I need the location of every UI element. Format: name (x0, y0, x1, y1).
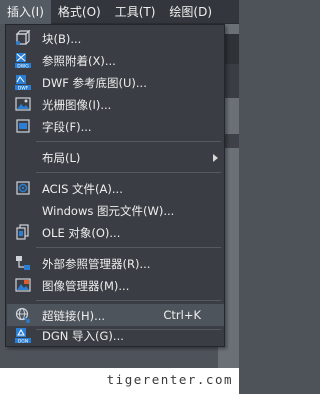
menu-separator (36, 141, 221, 142)
field-icon (15, 118, 31, 134)
image-manager-icon (15, 277, 31, 293)
raster-image-icon (15, 96, 31, 112)
menu-item-xref-manager[interactable]: 外部参照管理器(R)... (7, 252, 224, 274)
menu-item-field[interactable]: 字段(F)... (7, 115, 224, 137)
menu-item-attach[interactable]: DWG 参照附着(X)... (7, 49, 224, 71)
menu-item-label: 外部参照管理器(R)... (42, 257, 151, 271)
watermark-strip: tigerenter.com (0, 368, 239, 394)
menu-item-label: OLE 对象(O)... (42, 226, 121, 240)
ole-icon (15, 224, 31, 240)
menu-item-windows-metafile[interactable]: Windows 图元文件(W)... (7, 199, 224, 221)
menu-item-ole-object[interactable]: OLE 对象(O)... (7, 221, 224, 243)
hyperlink-icon (15, 307, 31, 323)
menu-item-layout[interactable]: 布局(L) (7, 146, 224, 168)
menu-item-label: 块(B)... (42, 32, 82, 46)
menu-insert[interactable]: 插入(I) (0, 0, 51, 24)
menu-draw[interactable]: 绘图(D) (162, 0, 219, 24)
menu-item-label: 字段(F)... (42, 120, 92, 134)
insert-dropdown-menu: 块(B)... DWG 参照附着(X)... DWF DWF 参考底图(U)..… (5, 24, 225, 347)
menu-item-label: 超链接(H)... (42, 309, 106, 323)
menu-item-label: DGN 导入(G)... (42, 329, 124, 343)
menu-item-image-manager[interactable]: 图像管理器(M)... (7, 274, 224, 296)
menu-item-block[interactable]: 块(B)... (7, 27, 224, 49)
watermark-text: tigerenter.com (106, 372, 233, 387)
submenu-arrow-icon (213, 154, 218, 162)
menu-item-label: 布局(L) (42, 151, 81, 165)
menu-separator (36, 247, 221, 248)
menu-item-dwf-underlay[interactable]: DWF DWF 参考底图(U)... (7, 71, 224, 93)
menu-format[interactable]: 格式(O) (51, 0, 108, 24)
acis-icon (15, 180, 31, 196)
menubar: 插入(I) 格式(O) 工具(T) 绘图(D) (0, 0, 239, 24)
menu-item-label: ACIS 文件(A)... (42, 182, 123, 196)
menu-tools[interactable]: 工具(T) (108, 0, 163, 24)
menu-item-acis-file[interactable]: ACIS 文件(A)... (7, 177, 224, 199)
xref-manager-icon (15, 255, 31, 271)
menu-separator (36, 172, 221, 173)
menu-item-hyperlink[interactable]: 超链接(H)... Ctrl+K (7, 304, 224, 326)
dgn-icon: DGN (15, 327, 31, 344)
menu-item-label: Windows 图元文件(W)... (42, 204, 175, 218)
svg-text:DWF: DWF (18, 85, 29, 90)
menu-item-label: 参照附着(X)... (42, 54, 116, 68)
menu-item-raster-image[interactable]: 光栅图像(I)... (7, 93, 224, 115)
menu-item-label: 图像管理器(M)... (42, 279, 130, 293)
svg-text:DWG: DWG (17, 63, 29, 68)
menu-item-dgn-import[interactable]: DGN DGN 导入(G)... (7, 324, 224, 346)
svg-text:DGN: DGN (18, 338, 28, 343)
menu-item-label: 光栅图像(I)... (42, 98, 112, 112)
menu-item-label: DWF 参考底图(U)... (42, 76, 147, 90)
dwf-icon: DWF (15, 74, 31, 91)
block-icon (15, 29, 31, 46)
menu-separator (36, 300, 221, 301)
dwg-reference-icon: DWG (15, 52, 31, 69)
shortcut-label: Ctrl+K (163, 308, 201, 322)
